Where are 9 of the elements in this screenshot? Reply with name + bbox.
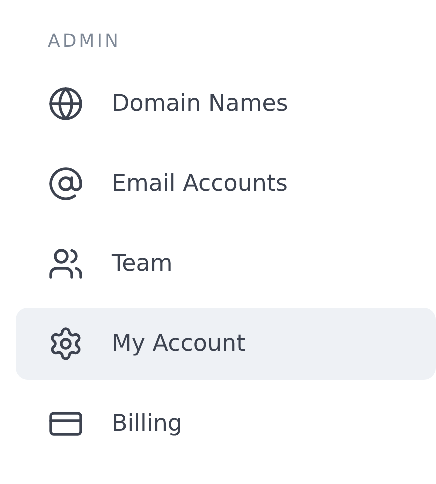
at-sign-icon <box>48 166 84 202</box>
globe-icon <box>48 86 84 122</box>
sidebar-item[interactable]: My Account <box>16 308 436 380</box>
sidebar-item[interactable]: Domain Names <box>16 68 436 140</box>
sidebar-item[interactable]: Email Accounts <box>16 148 436 220</box>
people-icon <box>48 246 84 282</box>
sidebar-item[interactable]: Team <box>16 228 436 300</box>
sidebar-item[interactable]: Billing <box>16 388 436 460</box>
section-title: ADMIN <box>48 30 121 54</box>
